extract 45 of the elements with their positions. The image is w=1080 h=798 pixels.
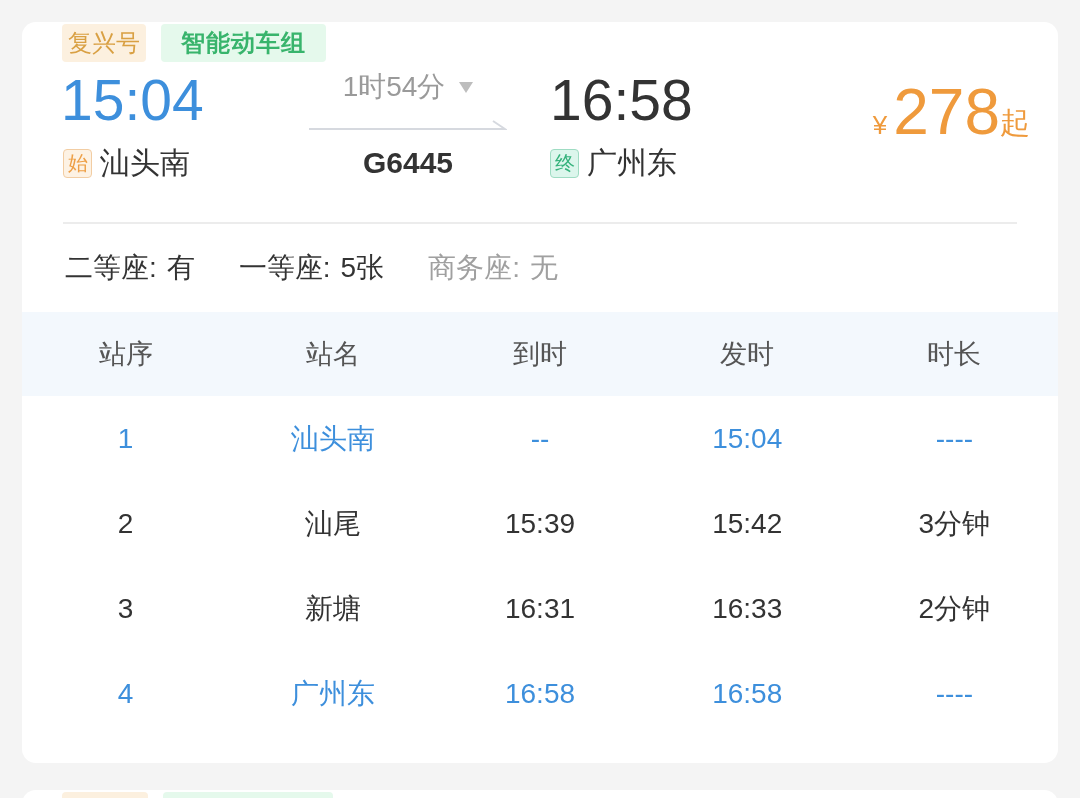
- seat-availability: 无: [529, 254, 558, 282]
- seat-availability: 有: [166, 254, 195, 282]
- train-type-tag: 复兴号: [62, 24, 146, 62]
- ticket-price: 278: [893, 80, 1000, 144]
- end-station-tag: 终: [550, 148, 579, 178]
- column-header: 发时: [720, 340, 775, 368]
- train-number: G6445: [362, 148, 454, 178]
- column-header: 时长: [927, 340, 982, 368]
- arrival-time: 16:58: [550, 71, 693, 129]
- seat-class-label: 一等座:: [238, 254, 331, 282]
- table-cell: 3分钟: [918, 509, 991, 538]
- table-cell: ----: [935, 424, 974, 453]
- table-cell: 2: [117, 509, 134, 538]
- column-header: 站名: [305, 340, 360, 368]
- table-cell: 16:33: [712, 594, 783, 623]
- table-cell: 新塘: [304, 594, 361, 623]
- currency-symbol: ¥: [872, 112, 888, 138]
- departure-station: 汕头南: [100, 148, 190, 178]
- caret-down-icon[interactable]: [459, 81, 474, 93]
- table-cell: 4: [117, 679, 134, 708]
- table-cell: 广州东: [290, 679, 375, 708]
- table-cell: 15:39: [504, 509, 576, 538]
- table-cell: 汕头南: [290, 424, 375, 453]
- table-cell: ----: [935, 679, 974, 708]
- train-type-tag: 智能动车组: [161, 24, 326, 62]
- table-cell: 汕尾: [304, 509, 361, 538]
- table-cell: 16:31: [504, 594, 576, 623]
- table-cell: 16:58: [504, 679, 576, 708]
- column-header: 站序: [98, 340, 153, 368]
- travel-duration: 1时54分: [342, 73, 446, 101]
- arrival-station: 广州东: [587, 148, 677, 178]
- table-cell: 3: [117, 594, 134, 623]
- table-cell: 16:58: [712, 679, 783, 708]
- seat-availability: 5张: [340, 254, 385, 282]
- table-cell: --: [530, 424, 550, 453]
- table-cell: 2分钟: [918, 594, 991, 623]
- departure-time: 15:04: [61, 71, 204, 129]
- column-header: 到时: [513, 340, 567, 368]
- seat-class-label: 二等座:: [65, 254, 157, 282]
- seat-class-label: 商务座:: [428, 254, 520, 282]
- table-cell: 1: [117, 424, 134, 453]
- start-station-tag: 始: [63, 148, 92, 178]
- table-cell: 15:04: [712, 424, 783, 453]
- table-cell: 15:42: [712, 509, 783, 538]
- price-suffix: 起: [1000, 108, 1030, 138]
